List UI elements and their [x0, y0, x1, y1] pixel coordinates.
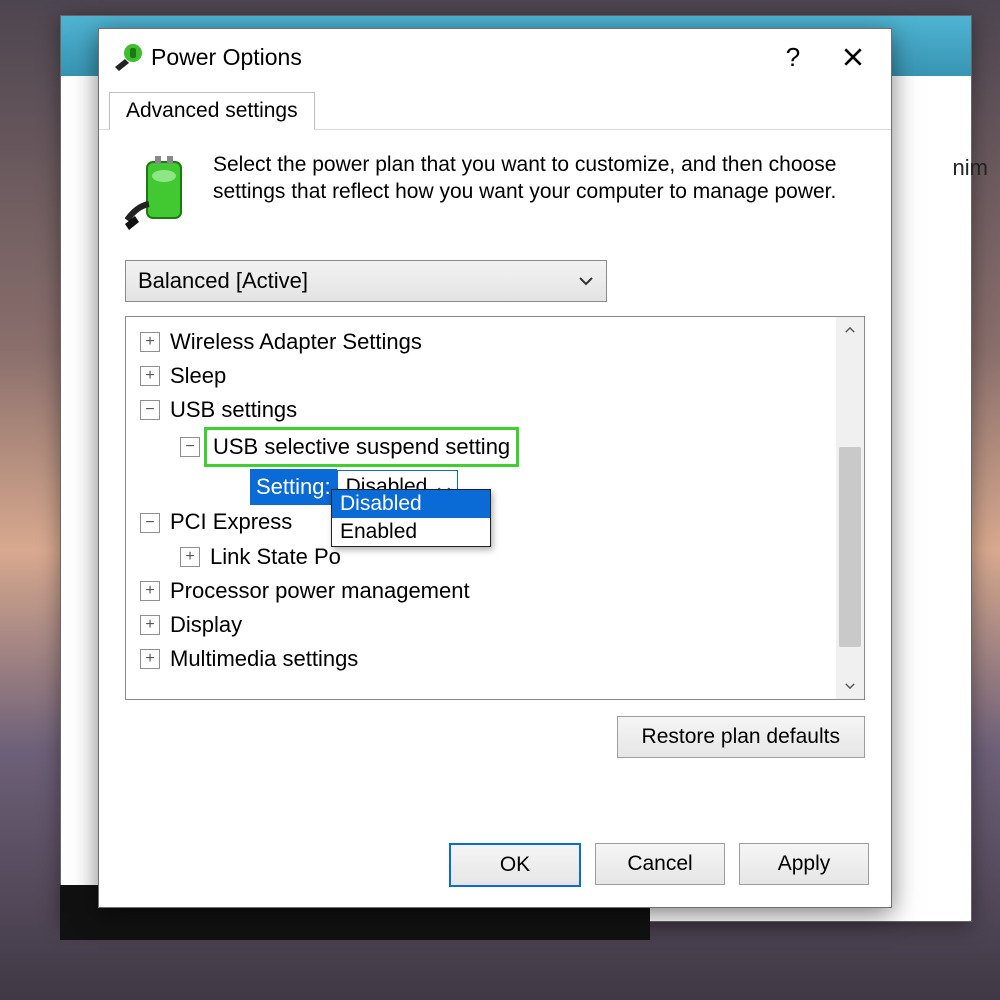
tree-node-multimedia[interactable]: + Multimedia settings — [140, 642, 834, 676]
dialog-button-row: OK Cancel Apply — [99, 827, 891, 907]
help-button[interactable]: ? — [763, 33, 823, 81]
scrollbar-thumb[interactable] — [839, 447, 861, 647]
tree-label: USB settings — [170, 393, 297, 427]
tree-label: Processor power management — [170, 574, 470, 608]
tree-node-usb-suspend[interactable]: − USB selective suspend setting — [140, 427, 834, 467]
tree-node-display[interactable]: + Display — [140, 608, 834, 642]
expand-icon[interactable]: + — [140, 615, 160, 635]
collapse-icon[interactable]: − — [140, 513, 160, 533]
chevron-down-icon — [576, 271, 596, 291]
battery-icon — [125, 152, 195, 232]
chevron-down-icon — [843, 679, 857, 693]
collapse-icon[interactable]: − — [180, 437, 200, 457]
power-plan-select[interactable]: Balanced [Active] — [125, 260, 607, 302]
tree-label-highlighted: USB selective suspend setting — [204, 427, 519, 467]
tree-label: PCI Express — [170, 505, 292, 539]
collapse-icon[interactable]: − — [140, 400, 160, 420]
scroll-down-button[interactable] — [836, 673, 864, 699]
intro-description: Select the power plan that you want to c… — [213, 152, 865, 232]
setting-dropdown-list[interactable]: Disabled Enabled — [331, 489, 491, 547]
apply-button[interactable]: Apply — [739, 843, 869, 885]
intro-row: Select the power plan that you want to c… — [125, 152, 865, 232]
tree-node-processor[interactable]: + Processor power management — [140, 574, 834, 608]
tree-node-usb-settings[interactable]: − USB settings — [140, 393, 834, 427]
expand-icon[interactable]: + — [140, 366, 160, 386]
tree-label: Sleep — [170, 359, 226, 393]
cancel-button[interactable]: Cancel — [595, 843, 725, 885]
dialog-content: Select the power plan that you want to c… — [99, 130, 891, 827]
restore-row: Restore plan defaults — [125, 716, 865, 758]
expand-icon[interactable]: + — [140, 649, 160, 669]
tab-advanced-settings[interactable]: Advanced settings — [109, 92, 315, 130]
ok-button[interactable]: OK — [449, 843, 581, 887]
setting-label: Setting: — [250, 469, 337, 505]
background-window-text: nim — [953, 155, 988, 181]
expand-icon[interactable]: + — [140, 332, 160, 352]
expand-icon[interactable]: + — [180, 547, 200, 567]
power-plan-selected-label: Balanced [Active] — [138, 268, 308, 294]
tree-node-wireless[interactable]: + Wireless Adapter Settings — [140, 325, 834, 359]
close-button[interactable] — [823, 33, 883, 81]
tab-strip: Advanced settings — [99, 89, 891, 130]
power-plug-icon — [113, 41, 145, 73]
tree-label: Link State Po — [210, 540, 341, 574]
chevron-up-icon — [843, 323, 857, 337]
scroll-up-button[interactable] — [836, 317, 864, 343]
tree-label: Multimedia settings — [170, 642, 358, 676]
tree-label: Wireless Adapter Settings — [170, 325, 422, 359]
restore-defaults-button[interactable]: Restore plan defaults — [617, 716, 865, 758]
tree-node-sleep[interactable]: + Sleep — [140, 359, 834, 393]
dropdown-option-disabled[interactable]: Disabled — [332, 490, 490, 518]
settings-tree: + Wireless Adapter Settings + Sleep − US… — [125, 316, 865, 700]
dialog-title: Power Options — [145, 44, 763, 71]
dialog-titlebar: Power Options ? — [99, 29, 891, 85]
close-icon — [842, 46, 864, 68]
expand-icon[interactable]: + — [140, 581, 160, 601]
tree-label: Display — [170, 608, 242, 642]
scrollbar[interactable] — [836, 317, 864, 699]
power-options-dialog: Power Options ? Advanced settings S — [98, 28, 892, 908]
dropdown-option-enabled[interactable]: Enabled — [332, 518, 490, 546]
